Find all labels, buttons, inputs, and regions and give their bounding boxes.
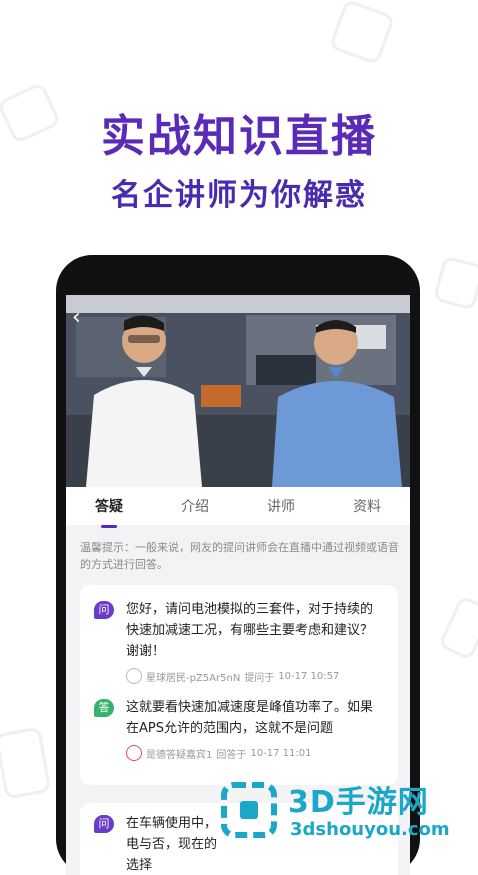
tab-materials[interactable]: 资料 xyxy=(353,492,381,520)
question-badge: 问 xyxy=(94,815,114,833)
watermark-title: 3D手游网 xyxy=(288,785,429,820)
qa-card: 问 您好，请问电池模拟的三套件，对于持续的快速加减速工况，有哪些主要考虑和建议？… xyxy=(80,585,398,785)
watermark-url: 3dshouyou.com xyxy=(290,819,450,840)
background-decoration xyxy=(432,255,478,311)
watermark-logo-icon xyxy=(221,782,277,838)
answer-text: 这就要看快速加减速度是峰值功率了。如果在APS允许的范围内，这就不是问题 xyxy=(126,700,374,736)
back-chevron-icon[interactable]: ‹ xyxy=(72,305,81,330)
tab-lecturer[interactable]: 讲师 xyxy=(267,492,295,520)
question-text: 在车辆使用中，电与否，现在的选择 xyxy=(126,816,218,873)
author-name: 是德答疑嘉宾1 xyxy=(146,749,213,761)
banner-subtitle: 名企讲师为你解惑 xyxy=(111,178,367,213)
background-decoration xyxy=(437,595,478,661)
answer-badge: 答 xyxy=(94,699,114,717)
tab-bar: 答疑 介绍 讲师 资料 xyxy=(66,487,410,528)
question-badge: 问 xyxy=(94,601,114,619)
question-item: 问 在车辆使用中，电与否，现在的选择 xyxy=(94,813,217,875)
live-video-player[interactable]: ‹ xyxy=(66,295,410,487)
tab-intro[interactable]: 介绍 xyxy=(181,492,209,520)
notice-text: 温馨提示：一般来说，网友的提问讲师会在直播中通过视频或语音的方式进行回答。 xyxy=(80,541,399,571)
question-meta: 星球居民-pZ5Ar5nN 提问于 10-17 10:57 xyxy=(126,668,384,684)
banner-title: 实战知识直播 xyxy=(101,111,377,162)
avatar xyxy=(126,745,142,761)
author-name: 星球居民-pZ5Ar5nN xyxy=(146,672,241,684)
background-decoration xyxy=(328,0,396,66)
answer-item: 答 这就要看快速加减速度是峰值功率了。如果在APS允许的范围内，这就不是问题 是… xyxy=(94,697,384,761)
video-frame-illustration xyxy=(66,295,410,487)
avatar xyxy=(126,668,142,684)
action-label: 提问于 xyxy=(244,672,275,684)
site-watermark: 3D手游网 3dshouyou.com xyxy=(220,775,470,845)
question-text: 您好，请问电池模拟的三套件，对于持续的快速加减速工况，有哪些主要考虑和建议？谢谢… xyxy=(126,602,374,659)
background-decoration xyxy=(0,726,52,800)
tab-qa[interactable]: 答疑 xyxy=(95,492,123,528)
question-item: 问 您好，请问电池模拟的三套件，对于持续的快速加减速工况，有哪些主要考虑和建议？… xyxy=(94,599,384,684)
timestamp: 10-17 11:01 xyxy=(250,747,312,759)
timestamp: 10-17 10:57 xyxy=(278,670,340,682)
action-label: 回答于 xyxy=(216,749,247,761)
answer-meta: 是德答疑嘉宾1 回答于 10-17 11:01 xyxy=(126,745,384,761)
